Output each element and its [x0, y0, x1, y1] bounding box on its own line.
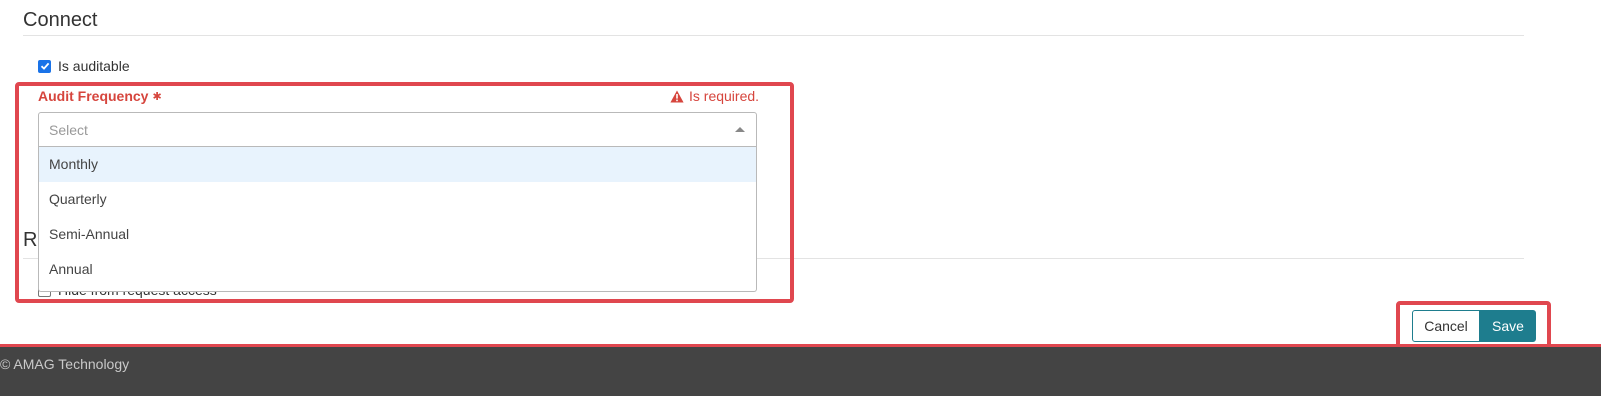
footer: © AMAG Technology: [0, 344, 1601, 396]
check-icon: [40, 62, 49, 70]
is-auditable-checkbox[interactable]: [38, 59, 51, 73]
is-auditable-label: Is auditable: [58, 58, 130, 74]
is-auditable-row[interactable]: Is auditable: [38, 58, 130, 74]
section-title-connect: Connect: [23, 9, 98, 31]
section-divider: [23, 35, 1524, 36]
footer-copyright: © AMAG Technology: [0, 356, 130, 372]
audit-frequency-highlight: [15, 82, 794, 303]
